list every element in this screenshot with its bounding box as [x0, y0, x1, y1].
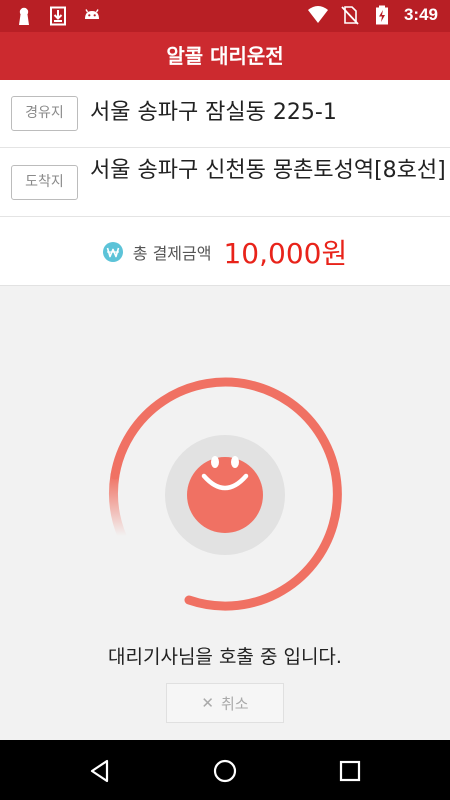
smiley-icon	[201, 456, 249, 491]
wifi-icon	[307, 6, 328, 23]
via-address: 서울 송파구 잠실동 225-1	[90, 100, 337, 125]
system-status: 3:49	[307, 5, 438, 25]
status-bar: 3:49	[0, 0, 450, 32]
payment-row: 총 결제금액 10,000원	[0, 217, 450, 286]
won-icon	[102, 241, 123, 262]
via-row: 경유지 서울 송파구 잠실동 225-1	[0, 80, 450, 148]
battery-charging-icon	[375, 5, 388, 25]
recents-icon[interactable]	[337, 758, 363, 784]
navigation-bar	[0, 740, 450, 800]
destination-tag: 도착지	[11, 165, 78, 200]
close-icon: ✕	[201, 694, 214, 712]
download-icon	[50, 6, 66, 26]
calling-panel: 대리기사님을 호출 중 입니다. ✕ 취소	[0, 286, 450, 740]
back-icon[interactable]	[87, 758, 113, 784]
calling-status-text: 대리기사님을 호출 중 입니다.	[108, 646, 342, 668]
home-icon[interactable]	[212, 758, 238, 784]
cancel-button[interactable]: ✕ 취소	[166, 683, 284, 723]
notification-icons	[14, 6, 102, 26]
via-tag: 경유지	[11, 96, 78, 131]
cancel-label: 취소	[220, 694, 249, 713]
payment-amount: 10,000원	[223, 236, 348, 270]
app-title: 알콜 대리운전	[166, 44, 284, 68]
no-sim-icon	[341, 6, 359, 25]
clock: 3:49	[403, 5, 438, 24]
destination-row: 도착지 서울 송파구 신천동 몽촌토성역[8호선]	[0, 148, 450, 217]
app-bar: 알콜 대리운전	[0, 32, 450, 80]
payment-label: 총 결제금액	[132, 243, 212, 263]
destination-address: 서울 송파구 신천동 몽촌토성역[8호선]	[90, 158, 446, 183]
android-icon	[85, 9, 99, 19]
keyhole-icon	[19, 7, 29, 25]
